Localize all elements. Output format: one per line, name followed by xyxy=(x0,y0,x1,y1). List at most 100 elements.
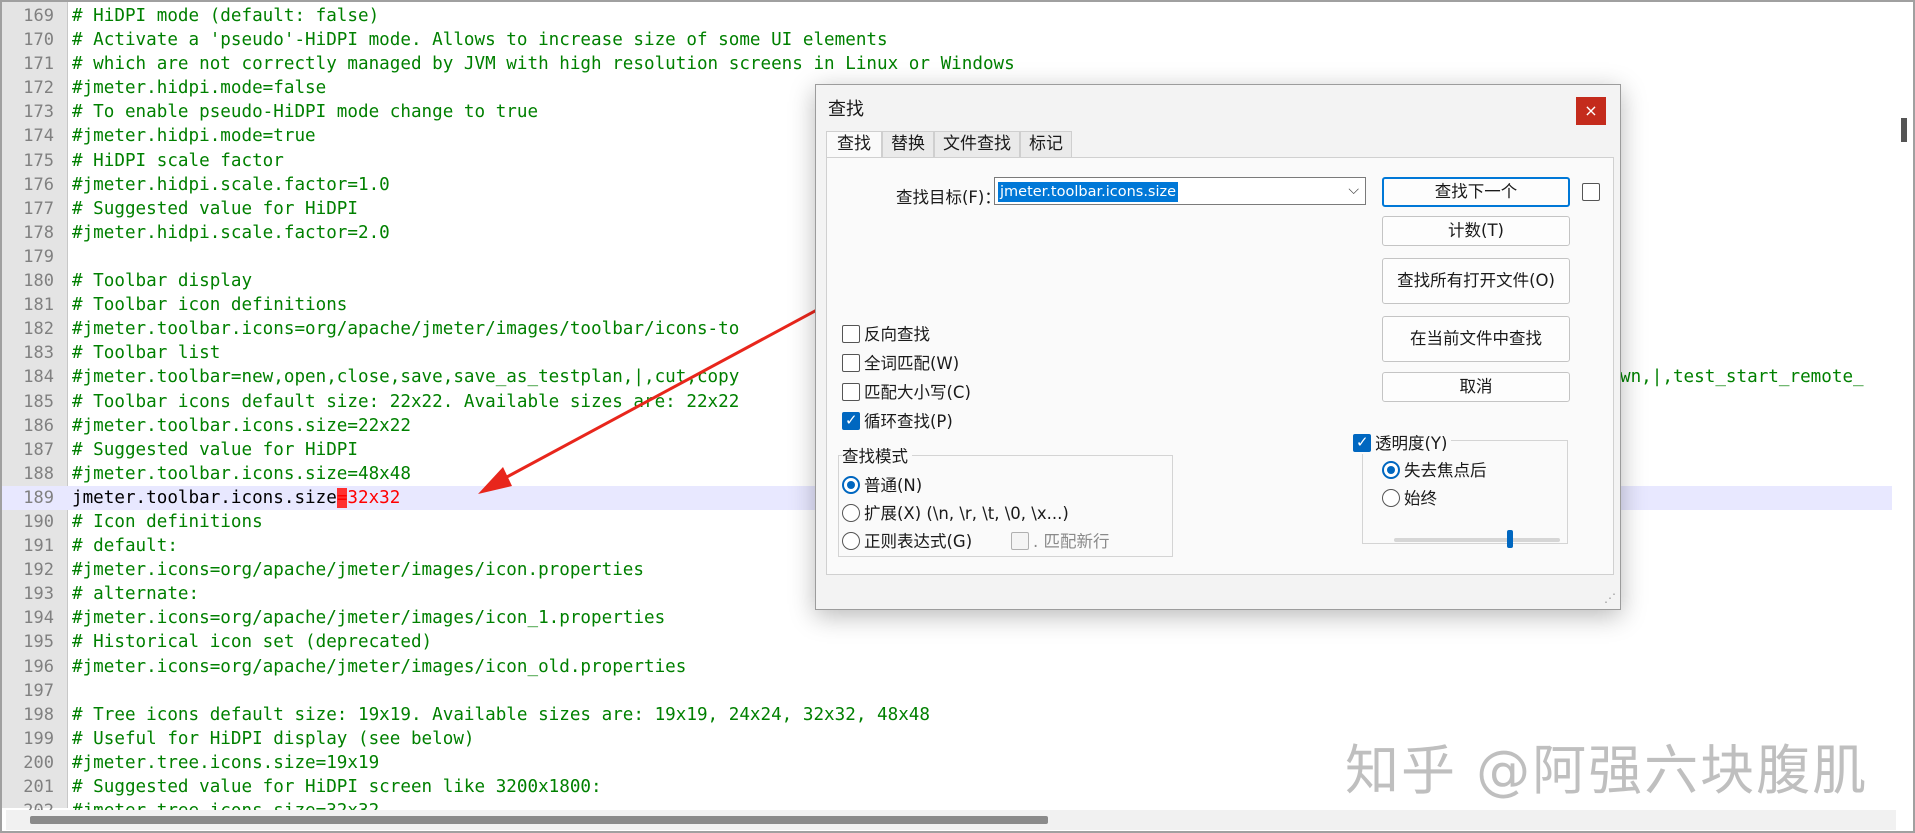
chevron-down-icon[interactable]: ⌵ xyxy=(1348,182,1359,198)
editor-line[interactable]: 169 # HiDPI mode (default: false) xyxy=(2,4,1892,28)
line-number: 172 xyxy=(23,78,54,99)
comment-text: # Useful for HiDPI display (see below) xyxy=(72,728,475,749)
match-case-label: 匹配大小写(C) xyxy=(864,383,971,402)
regex-newline-option[interactable]: . 匹配新行 xyxy=(1011,528,1110,552)
comment-text: #jmeter.toolbar=new,open,close,save,save… xyxy=(72,367,740,388)
line-number: 188 xyxy=(23,463,54,484)
line-code: # Tree icons default size: 19x19. Availa… xyxy=(72,703,930,727)
editor-line[interactable]: 171 # which are not correctly managed by … xyxy=(2,52,1892,76)
line-code: #jmeter.hidpi.mode=false xyxy=(72,76,326,100)
tab-mark[interactable]: 标记 xyxy=(1020,131,1072,157)
line-number: 171 xyxy=(23,54,54,75)
line-code: # Suggested value for HiDPI xyxy=(72,438,358,462)
line-code: #jmeter.icons=org/apache/jmeter/images/i… xyxy=(72,558,644,582)
line-code: #jmeter.tree.icons.size=19x19 xyxy=(72,751,379,775)
find-next-button[interactable]: 查找下一个 xyxy=(1382,177,1570,207)
resize-grip-icon[interactable]: ⋰ xyxy=(1604,591,1616,605)
match-case-option[interactable]: 匹配大小写(C) xyxy=(842,379,971,403)
transparency-always-option[interactable]: 始终 xyxy=(1382,485,1437,509)
transparency-slider-track[interactable] xyxy=(1394,538,1560,542)
tab-find-in-files[interactable]: 文件查找 xyxy=(934,131,1020,157)
find-panel: 查找目标(F)： jmeter.toolbar.icons.size ⌵ 查找下… xyxy=(826,157,1614,575)
editor-line[interactable]: 170 # Activate a 'pseudo'-HiDPI mode. All… xyxy=(2,28,1892,52)
line-number: 183 xyxy=(23,343,54,364)
comment-text: # HiDPI scale factor xyxy=(72,150,284,171)
line-number: 197 xyxy=(23,680,54,701)
search-mode-regex-radio[interactable] xyxy=(842,532,860,550)
reverse-direction-option[interactable]: 反向查找 xyxy=(842,321,930,345)
transparency-checkbox[interactable] xyxy=(1353,433,1371,452)
whole-word-option[interactable]: 全词匹配(W) xyxy=(842,350,959,374)
comment-text: #jmeter.toolbar.icons.size=48x48 xyxy=(72,463,411,484)
comment-text: #jmeter.toolbar.icons=org/apache/jmeter/… xyxy=(72,319,740,340)
transparency-always-radio[interactable] xyxy=(1382,489,1400,507)
line-code: #jmeter.toolbar=new,open,close,save,save… xyxy=(72,365,739,389)
line-number: 185 xyxy=(23,391,54,412)
line-number: 186 xyxy=(23,415,54,436)
line-number: 176 xyxy=(23,174,54,195)
line-number: 199 xyxy=(23,728,54,749)
comment-text: # Toolbar display xyxy=(72,271,253,292)
find-in-current-file-button[interactable]: 在当前文件中查找 xyxy=(1382,316,1570,362)
vertical-scrollbar-thumb[interactable] xyxy=(1901,118,1907,142)
find-dialog[interactable]: 查找 × 查找 替换 文件查找 标记 查找目标(F)： jmeter.toolb… xyxy=(815,84,1621,610)
close-icon[interactable]: × xyxy=(1576,97,1606,125)
transparency-slider-thumb[interactable] xyxy=(1507,530,1514,548)
comment-text: # HiDPI mode (default: false) xyxy=(72,6,380,26)
comment-text: # alternate: xyxy=(72,584,200,605)
line-number: 198 xyxy=(23,704,54,725)
line-number: 189 xyxy=(23,487,54,508)
comment-text: # Icon definitions xyxy=(72,511,263,532)
comment-text: #jmeter.hidpi.mode=false xyxy=(72,78,327,99)
comment-text: # which are not correctly managed by JVM… xyxy=(72,54,1015,75)
transparency-on-lose-focus-radio[interactable] xyxy=(1382,461,1400,479)
editor-line[interactable]: 195 # Historical icon set (deprecated) xyxy=(2,630,1892,654)
find-next-option-checkbox[interactable] xyxy=(1582,183,1600,201)
wrap-around-checkbox[interactable] xyxy=(842,411,860,430)
comment-text: # Activate a 'pseudo'-HiDPI mode. Allows… xyxy=(72,30,888,51)
search-mode-extended-option[interactable]: 扩展(X) (\n, \r, \t, \0, \x...) xyxy=(842,500,1069,524)
search-mode-extended-radio[interactable] xyxy=(842,504,860,522)
transparency-label: 透明度(Y) xyxy=(1375,434,1448,453)
line-number: 182 xyxy=(23,319,54,340)
horizontal-scrollbar[interactable] xyxy=(6,810,1896,830)
tab-find[interactable]: 查找 xyxy=(826,131,882,159)
search-mode-regex-option[interactable]: 正则表达式(G) xyxy=(842,528,972,552)
line-number: 190 xyxy=(23,511,54,532)
cancel-button[interactable]: 取消 xyxy=(1382,372,1570,402)
line-code: # Activate a 'pseudo'-HiDPI mode. Allows… xyxy=(72,28,888,52)
editor-line[interactable]: 196 #jmeter.icons=org/apache/jmeter/image… xyxy=(2,655,1892,679)
transparency-always-label: 始终 xyxy=(1404,489,1437,508)
line-code: # Toolbar icon definitions xyxy=(72,293,347,317)
whole-word-label: 全词匹配(W) xyxy=(864,354,960,373)
search-mode-normal-option[interactable]: 普通(N) xyxy=(842,472,922,496)
editor-line[interactable]: 197 xyxy=(2,679,1892,703)
wrap-around-label: 循环查找(P) xyxy=(864,412,953,431)
tab-replace[interactable]: 替换 xyxy=(882,131,934,157)
match-case-checkbox[interactable] xyxy=(842,383,860,401)
whole-word-checkbox[interactable] xyxy=(842,354,860,372)
horizontal-scrollbar-thumb[interactable] xyxy=(30,816,1048,824)
property-value: 32x32 xyxy=(347,487,401,508)
line-number: 180 xyxy=(23,271,54,292)
transparency-option[interactable]: 透明度(Y) xyxy=(1353,430,1452,454)
line-code: #jmeter.toolbar.icons.size=48x48 xyxy=(72,462,411,486)
regex-newline-checkbox[interactable] xyxy=(1011,532,1029,550)
line-code: # Useful for HiDPI display (see below) xyxy=(72,727,475,751)
search-mode-title: 查找模式 xyxy=(842,443,912,467)
line-code: #jmeter.icons=org/apache/jmeter/images/i… xyxy=(72,655,686,679)
comment-text: # To enable pseudo-HiDPI mode change to … xyxy=(72,102,539,123)
find-all-open-files-button[interactable]: 查找所有打开文件(O) xyxy=(1382,258,1570,304)
reverse-direction-checkbox[interactable] xyxy=(842,325,860,343)
find-target-value[interactable]: jmeter.toolbar.icons.size xyxy=(998,182,1179,202)
wrap-around-option[interactable]: 循环查找(P) xyxy=(842,408,953,432)
comment-text: #jmeter.hidpi.scale.factor=1.0 xyxy=(72,174,390,195)
line-number: 175 xyxy=(23,150,54,171)
regex-newline-label: . 匹配新行 xyxy=(1033,532,1110,551)
find-target-combobox[interactable]: jmeter.toolbar.icons.size ⌵ xyxy=(994,177,1366,205)
count-button[interactable]: 计数(T) xyxy=(1382,216,1570,246)
line-code: #jmeter.icons=org/apache/jmeter/images/i… xyxy=(72,606,665,630)
search-mode-normal-radio[interactable] xyxy=(842,476,860,494)
editor-line[interactable]: 198 # Tree icons default size: 19x19. Ava… xyxy=(2,703,1892,727)
transparency-on-lose-focus-option[interactable]: 失去焦点后 xyxy=(1382,457,1487,481)
